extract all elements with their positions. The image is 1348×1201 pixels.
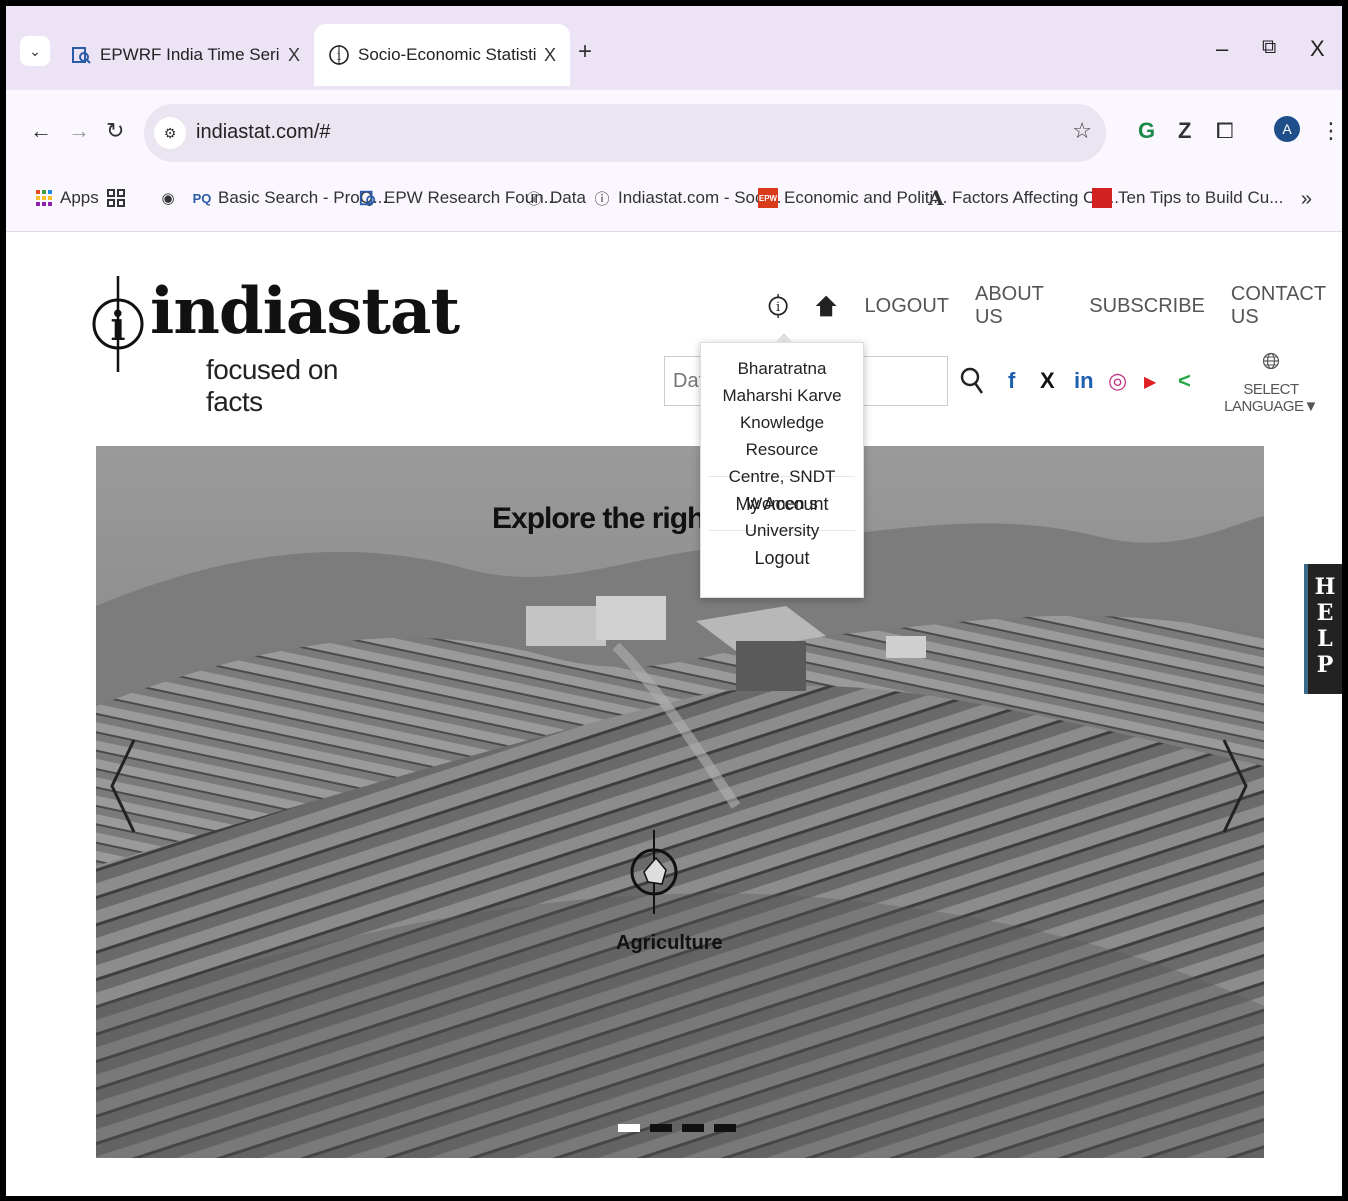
globe-icon: ◉ — [161, 190, 175, 207]
bookmark-data[interactable]: ⓘ Data — [524, 188, 586, 208]
bookmark-globe[interactable]: ◉ — [158, 188, 184, 208]
instagram-icon[interactable]: ◎ — [1108, 368, 1127, 394]
share-icon[interactable]: < — [1178, 368, 1191, 394]
tab-strip: ⌄ EPWRF India Time Series X i Socio-Econ… — [6, 6, 1342, 98]
grammarly-icon[interactable]: G — [1138, 118, 1155, 144]
carousel-dot[interactable] — [714, 1124, 736, 1132]
globe-icon — [1262, 352, 1280, 370]
bookmark-ten-tips[interactable]: Ten Tips to Build Cu... — [1092, 188, 1283, 208]
nav-subscribe[interactable]: SUBSCRIBE — [1089, 295, 1205, 318]
bookmark-indiastat[interactable]: ⓘ Indiastat.com - Soci... — [592, 188, 781, 208]
linkedin-icon[interactable]: in — [1074, 368, 1094, 394]
extensions-puzzle-icon[interactable]: ⧠ — [1216, 118, 1234, 144]
carousel-dot[interactable] — [682, 1124, 704, 1132]
carousel-indicators — [618, 1124, 736, 1132]
carousel-next-arrow-icon[interactable] — [1220, 736, 1250, 836]
home-icon[interactable] — [814, 292, 838, 320]
logo-wordmark: indiastat — [150, 274, 460, 349]
url-text[interactable]: indiastat.com/# — [196, 121, 331, 144]
nav-logout[interactable]: LOGOUT — [865, 295, 949, 318]
hero-carousel: Explore the right per Agriculture — [96, 446, 1264, 1158]
reload-icon[interactable]: ↻ — [106, 118, 124, 144]
letter-a-icon: A — [928, 186, 944, 210]
carousel-dot[interactable] — [650, 1124, 672, 1132]
account-dropdown: Bharatratna Maharshi Karve Knowledge Res… — [700, 333, 864, 598]
back-arrow-icon[interactable]: ← — [30, 118, 52, 144]
x-icon[interactable]: X — [1040, 368, 1055, 394]
bookmark-label: Indiastat.com - Soci... — [618, 188, 782, 207]
tab-epwrf[interactable]: EPWRF India Time Series X — [56, 28, 314, 82]
bookmarks-overflow-button[interactable]: » — [1301, 188, 1312, 211]
bookmark-label: Ten Tips to Build Cu... — [1118, 188, 1284, 207]
nav-contact-us[interactable]: CONTACT US — [1231, 283, 1342, 329]
zotero-icon[interactable]: Z — [1178, 118, 1191, 144]
youtube-icon[interactable]: ▶ — [1144, 372, 1156, 392]
search-doc-icon — [358, 188, 378, 208]
facebook-icon[interactable]: f — [1008, 368, 1015, 394]
help-tab[interactable]: H E L P — [1304, 564, 1342, 694]
tab-title: EPWRF India Time Series — [100, 45, 280, 64]
browser-toolbar: ← → ↻ ⚙ indiastat.com/# ☆ G Z ⧠ A ⋮ — [6, 90, 1342, 170]
svg-text:i: i — [776, 300, 780, 315]
bookmark-epw[interactable]: EPW Economic and Politi... — [758, 188, 947, 208]
agriculture-category-icon[interactable] — [626, 830, 682, 914]
bookmark-label: Economic and Politi... — [784, 188, 948, 207]
svg-text:i: i — [337, 49, 341, 64]
browser-window: ⌄ EPWRF India Time Series X i Socio-Econ… — [0, 0, 1348, 1201]
top-navigation: i LOGOUT ABOUT US SUBSCRIBE CONTACT US — [766, 283, 1342, 329]
indiastat-mark-icon: i — [92, 276, 144, 372]
kebab-menu-icon[interactable]: ⋮ — [1320, 118, 1342, 144]
bookmark-star-icon[interactable]: ☆ — [1072, 118, 1092, 144]
carousel-dot[interactable] — [618, 1124, 640, 1132]
carousel-prev-arrow-icon[interactable] — [108, 736, 138, 836]
info-circle-icon: ⓘ — [594, 190, 610, 208]
indiastat-logo[interactable]: i indiastat focused on facts — [90, 272, 460, 417]
logo-tagline: focused on facts — [206, 354, 339, 417]
language-label: SELECT LANGUAGE▼ — [1224, 381, 1318, 415]
tab-search-button[interactable]: ⌄ — [20, 36, 50, 66]
bookmark-label: Apps — [60, 188, 99, 207]
info-circle-icon: ⓘ — [526, 190, 542, 208]
search-icon — [960, 367, 984, 394]
bookmark-factors[interactable]: A Factors Affecting Cu... — [926, 186, 1119, 210]
red-badge-icon — [1092, 188, 1112, 208]
tab-indiastat[interactable]: i Socio-Economic Statistics India, X — [314, 24, 570, 86]
logout-menu-item[interactable]: Logout — [709, 531, 855, 585]
help-letter: H — [1314, 574, 1336, 600]
svg-text:i: i — [110, 303, 125, 350]
minimize-button[interactable]: – — [1216, 36, 1228, 62]
epw-icon: EPW — [758, 188, 778, 208]
site-settings-icon[interactable]: ⚙ — [154, 117, 186, 149]
new-tab-button[interactable]: + — [578, 38, 592, 66]
proquest-icon: PQ — [192, 190, 212, 206]
help-letter: P — [1316, 652, 1334, 678]
organization-name: Bharatratna Maharshi Karve Knowledge Res… — [709, 343, 855, 540]
restore-button[interactable]: ⧉ — [1262, 36, 1276, 59]
apps-grid-icon — [34, 188, 54, 208]
close-window-button[interactable]: X — [1310, 36, 1325, 62]
page-content: i indiastat focused on facts i LOGOUT AB… — [6, 232, 1342, 1196]
hero-category-label[interactable]: Agriculture — [616, 932, 723, 955]
bookmark-apps[interactable]: Apps — [34, 188, 99, 208]
tea-plantation-image — [96, 446, 1264, 1158]
forward-arrow-icon[interactable]: → — [68, 118, 90, 144]
tab-close-button[interactable]: X — [288, 45, 300, 66]
bookmark-label: Data — [550, 188, 586, 207]
nav-about-us[interactable]: ABOUT US — [975, 283, 1063, 329]
search-doc-icon — [70, 44, 92, 66]
info-circle-icon[interactable]: i — [766, 292, 790, 320]
help-letter: L — [1317, 626, 1333, 652]
chevron-down-icon: ⌄ — [29, 42, 41, 59]
info-circle-icon: i — [328, 44, 350, 66]
bookmark-tab-groups[interactable] — [106, 188, 132, 208]
tab-close-button[interactable]: X — [544, 45, 556, 66]
tab-groups-icon — [106, 188, 126, 208]
address-bar[interactable]: ⚙ indiastat.com/# ☆ — [144, 104, 1106, 162]
language-selector[interactable]: SELECT LANGUAGE▼ — [1206, 352, 1336, 415]
tab-title: Socio-Economic Statistics India, — [358, 45, 536, 64]
help-letter: E — [1316, 600, 1334, 626]
search-button[interactable] — [952, 356, 992, 406]
bookmarks-bar: Apps ◉ PQ Basic Search - ProQ... EPW Res… — [6, 170, 1342, 232]
profile-avatar[interactable]: A — [1274, 116, 1300, 142]
